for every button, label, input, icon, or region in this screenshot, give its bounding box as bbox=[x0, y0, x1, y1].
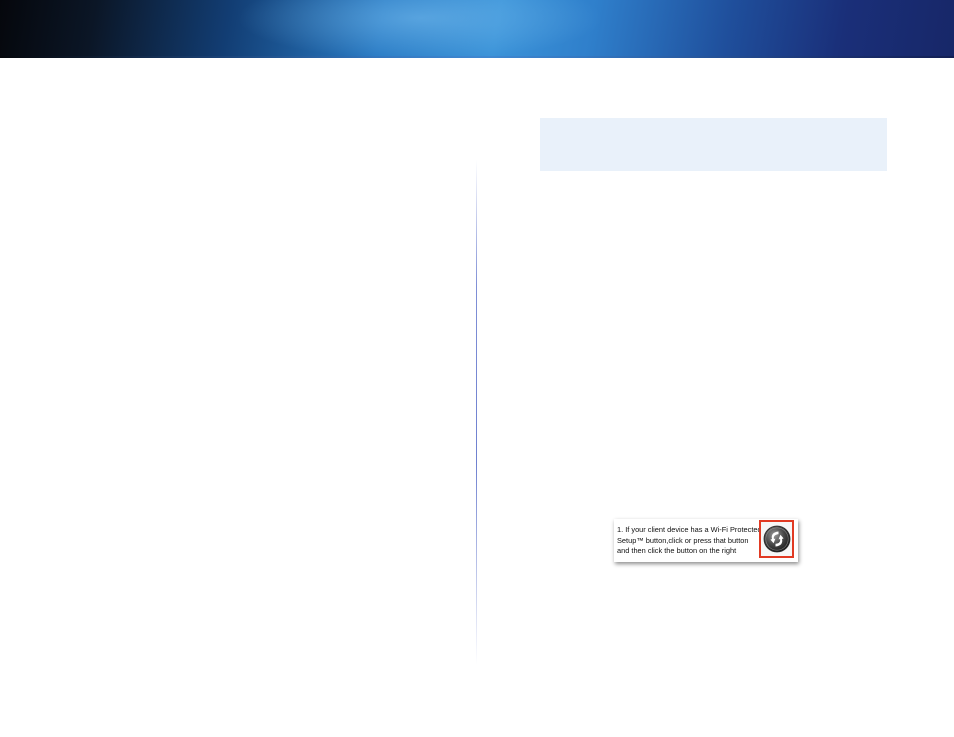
header-banner bbox=[0, 0, 954, 58]
manual-page: 1. If your client device has a Wi-Fi Pro… bbox=[0, 0, 954, 737]
wps-icon bbox=[763, 525, 791, 553]
note-box bbox=[540, 118, 887, 171]
column-divider bbox=[476, 160, 477, 665]
wps-screenshot-figure: 1. If your client device has a Wi-Fi Pro… bbox=[614, 519, 798, 562]
wps-button[interactable] bbox=[759, 520, 794, 558]
wps-instruction-text: 1. If your client device has a Wi-Fi Pro… bbox=[617, 525, 762, 555]
